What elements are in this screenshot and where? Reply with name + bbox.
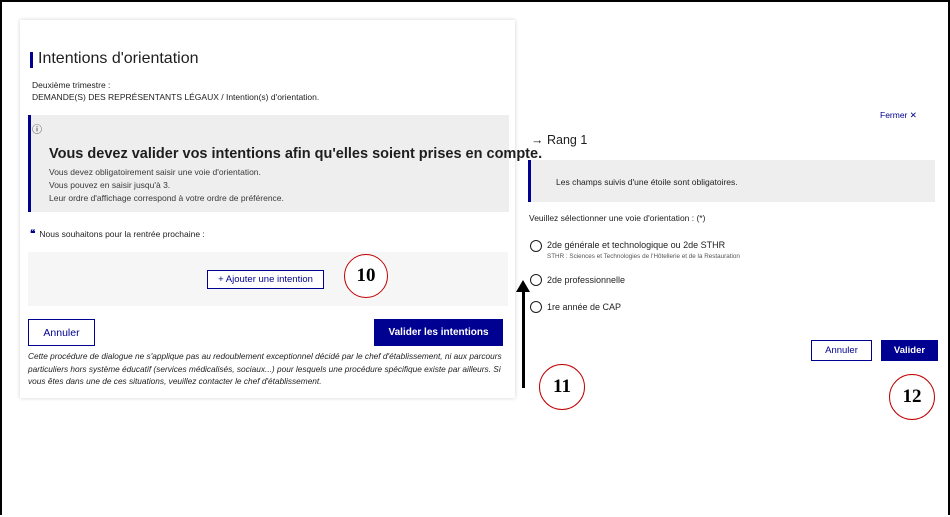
alert-line-1: Vous devez obligatoirement saisir une vo… [49, 167, 261, 177]
radio-sub-sthr: STHR : Sciences et Technologies de l'Hôt… [547, 253, 740, 260]
close-button[interactable]: Fermer ✕ [880, 110, 917, 121]
add-intention-button[interactable]: + Ajouter une intention [207, 270, 324, 289]
radio-label-2de-generale[interactable]: 2de générale et technologique ou 2de STH… [547, 240, 725, 250]
radio-2de-generale[interactable] [530, 240, 542, 252]
radio-2de-professionnelle[interactable] [530, 274, 542, 286]
page-title: Intentions d'orientation [38, 50, 199, 67]
alert-heading: Vous devez valider vos intentions afin q… [49, 146, 543, 162]
validate-intentions-button[interactable]: Valider les intentions [374, 319, 503, 346]
modal-validate-button[interactable]: Valider [881, 340, 938, 361]
title-accent-bar [30, 52, 33, 68]
callout-11: 11 [539, 364, 585, 410]
callout-10: 10 [344, 254, 388, 298]
arrow-shaft [522, 290, 525, 388]
procedure-note: Cette procédure de dialogue ne s'appliqu… [28, 351, 502, 386]
period-label: Deuxième trimestre : [32, 80, 111, 90]
alert-line-2: Vous pouvez en saisir jusqu'à 3. [49, 180, 171, 190]
radio-label-2de-professionnelle[interactable]: 2de professionnelle [547, 275, 625, 285]
rank-title: → Rang 1 [531, 133, 588, 147]
wish-label: Nous souhaitons pour la rentrée prochain… [39, 229, 205, 239]
orientation-select-label: Veuillez sélectionner une voie d'orienta… [529, 213, 706, 223]
modal-cancel-button[interactable]: Annuler [811, 340, 872, 361]
radio-cap[interactable] [530, 301, 542, 313]
wish-row: ❝ Nous souhaitons pour la rentrée prochai… [30, 229, 205, 240]
alert-line-3: Leur ordre d'affichage correspond à votr… [49, 193, 284, 203]
radio-label-cap[interactable]: 1re année de CAP [547, 302, 621, 312]
info-icon: ⓘ [32, 125, 42, 136]
cancel-button[interactable]: Annuler [28, 319, 95, 346]
breadcrumb: DEMANDE(S) DES REPRÉSENTANTS LÉGAUX / In… [32, 92, 320, 102]
required-fields-text: Les champs suivis d'une étoile sont obli… [556, 177, 738, 187]
quote-icon: ❝ [30, 229, 36, 240]
callout-12: 12 [889, 374, 935, 420]
